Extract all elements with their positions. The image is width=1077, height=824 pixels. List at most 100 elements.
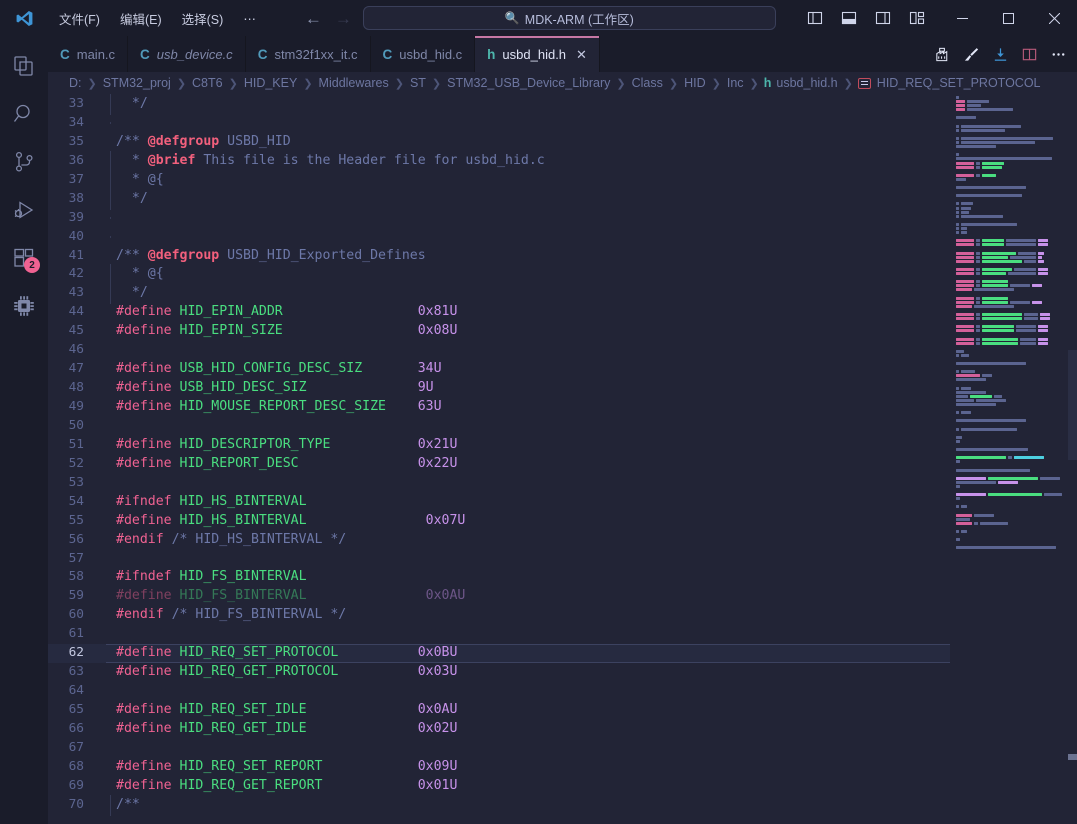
code-line[interactable]: 42 * @{ — [48, 264, 950, 286]
menu-more[interactable]: ⋯ — [234, 8, 265, 29]
code-line[interactable]: 65 #define HID_REQ_SET_IDLE 0x0AU — [48, 701, 950, 720]
code-line[interactable]: 70 /** — [48, 794, 950, 816]
navigate-forward-icon[interactable]: → — [335, 10, 352, 27]
code-line[interactable]: 52 #define HID_REPORT_DESC 0x22U — [48, 455, 950, 474]
layout-controls — [801, 5, 931, 31]
code-line[interactable]: 57 — [48, 550, 950, 569]
minimap-segment — [956, 505, 959, 509]
split-editor-icon[interactable] — [1016, 40, 1042, 68]
toggle-panel-icon[interactable] — [835, 5, 863, 31]
menu-selection[interactable]: 选择(S) — [173, 6, 233, 31]
code-line[interactable]: 45 #define HID_EPIN_SIZE 0x08U — [48, 322, 950, 341]
code-line[interactable]: 54 #ifndef HID_HS_BINTERVAL — [48, 493, 950, 512]
download-icon[interactable] — [987, 40, 1013, 68]
code-line[interactable]: 51 #define HID_DESCRIPTOR_TYPE 0x21U — [48, 436, 950, 455]
code-line[interactable]: 39 — [48, 209, 950, 228]
breadcrumb-item-class[interactable]: Class — [631, 76, 664, 90]
code-line[interactable]: 49 #define HID_MOUSE_REPORT_DESC_SIZE 63U — [48, 398, 950, 417]
line-content: #ifndef HID_HS_BINTERVAL — [106, 493, 950, 512]
minimap-segment — [976, 325, 980, 329]
code-line[interactable]: 68 #define HID_REQ_SET_REPORT 0x09U — [48, 758, 950, 777]
code-line[interactable]: 37 * @{ — [48, 169, 950, 191]
code-line[interactable]: 44 #define HID_EPIN_ADDR 0x81U — [48, 303, 950, 322]
more-actions-icon[interactable] — [1045, 40, 1071, 68]
code-line[interactable]: 55 #define HID_HS_BINTERVAL 0x07U — [48, 512, 950, 531]
breadcrumb-item-stm32-proj[interactable]: STM32_proj — [102, 76, 172, 90]
close-icon[interactable]: ✕ — [576, 48, 587, 61]
code-token: @brief — [147, 152, 196, 168]
toggle-primary-sidebar-icon[interactable] — [801, 5, 829, 31]
menu-file[interactable]: 文件(F) — [50, 6, 109, 31]
code-scroll-region[interactable]: 33 */34 35/** @defgroup USBD_HID 36 * @bri… — [48, 94, 950, 824]
code-line[interactable]: 60 #endif /* HID_FS_BINTERVAL */ — [48, 606, 950, 625]
breadcrumb-item-drive[interactable]: D: — [68, 76, 83, 90]
code-line[interactable]: 38 */ — [48, 188, 950, 210]
code-line[interactable]: 66 #define HID_REQ_GET_IDLE 0x02U — [48, 720, 950, 739]
window-minimize-button[interactable] — [939, 0, 985, 36]
minimap-segment — [961, 202, 973, 206]
breadcrumb-item-symbol[interactable]: HID_REQ_SET_PROTOCOL — [876, 76, 1042, 90]
code-line[interactable]: 61 — [48, 625, 950, 644]
code-line[interactable]: 40 — [48, 228, 950, 247]
breadcrumb-item-inc[interactable]: Inc — [726, 76, 745, 90]
minimap[interactable] — [950, 94, 1077, 824]
code-line[interactable]: 67 — [48, 739, 950, 758]
code-line[interactable]: 33 */ — [48, 94, 950, 115]
code-line[interactable]: 36 * @brief This file is the Header file… — [48, 150, 950, 172]
editor-tab-main-c[interactable]: C main.c ✕ — [48, 36, 129, 72]
code-line[interactable]: 46 — [48, 341, 950, 360]
activity-item-embedded-tools[interactable] — [0, 282, 48, 330]
activity-item-search[interactable] — [0, 90, 48, 138]
code-line[interactable]: 53 — [48, 474, 950, 493]
code-line[interactable]: 41 /** @defgroup USBD_HID_Exported_Define… — [48, 247, 950, 266]
command-center-search[interactable]: 🔍 MDK-ARM (工作区) — [362, 6, 776, 30]
code-line[interactable]: 58 #ifndef HID_FS_BINTERVAL — [48, 568, 950, 587]
editor-tab-usbd-hid-h[interactable]: h usbd_hid.h ✕ — [475, 36, 600, 72]
code-line[interactable]: 62 #define HID_REQ_SET_PROTOCOL 0x0BU — [48, 644, 950, 664]
customize-layout-icon[interactable] — [903, 5, 931, 31]
code-line[interactable]: 50 — [48, 417, 950, 436]
code-line[interactable]: 63 #define HID_REQ_GET_PROTOCOL 0x03U — [48, 663, 950, 682]
build-icon[interactable] — [929, 40, 955, 68]
breadcrumb-item-hid[interactable]: HID — [683, 76, 707, 90]
code-line[interactable]: 69 #define HID_REQ_GET_REPORT 0x01U — [48, 777, 950, 796]
activity-item-extensions[interactable]: 2 — [0, 234, 48, 282]
minimap-segment — [1014, 267, 1036, 271]
breadcrumb-item-middlewares[interactable]: Middlewares — [318, 76, 390, 90]
minimap-segment — [976, 284, 980, 288]
vscode-logo-icon — [0, 9, 48, 28]
window-close-button[interactable] — [1031, 0, 1077, 36]
code-line[interactable]: 48 #define USB_HID_DESC_SIZ 9U — [48, 379, 950, 398]
editor-tab-stm32f1xx-it-c[interactable]: C stm32f1xx_it.c ✕ — [245, 36, 371, 72]
code-line[interactable]: 34 — [48, 114, 950, 133]
toggle-secondary-sidebar-icon[interactable] — [869, 5, 897, 31]
menu-edit[interactable]: 编辑(E) — [111, 6, 171, 31]
minimap-segment — [961, 206, 971, 210]
activity-item-source-control[interactable] — [0, 138, 48, 186]
editor-tab-usb-device-c[interactable]: C usb_device.c ✕ — [128, 36, 246, 72]
breadcrumb-item-c8t6[interactable]: C8T6 — [191, 76, 224, 90]
activity-item-explorer[interactable] — [0, 42, 48, 90]
code-line[interactable]: 47 #define USB_HID_CONFIG_DESC_SIZ 34U — [48, 360, 950, 379]
navigate-back-icon[interactable]: ← — [305, 10, 322, 27]
window-maximize-button[interactable] — [985, 0, 1031, 36]
code-line[interactable]: 59 #define HID_FS_BINTERVAL 0x0AU — [48, 587, 950, 606]
code-editor[interactable]: 33 */34 35/** @defgroup USBD_HID 36 * @bri… — [48, 94, 1077, 824]
activity-item-run-and-debug[interactable] — [0, 186, 48, 234]
code-line[interactable]: 35 /** @defgroup USBD_HID — [48, 133, 950, 152]
breadcrumb-item-usb-device-library[interactable]: STM32_USB_Device_Library — [446, 76, 611, 90]
minimap-slider[interactable] — [1068, 350, 1077, 460]
clean-icon[interactable] — [958, 40, 984, 68]
code-line[interactable]: 64 — [48, 682, 950, 701]
breadcrumb-item-st[interactable]: ST — [409, 76, 427, 90]
breadcrumb-item-hid-key[interactable]: HID_KEY — [243, 76, 299, 90]
code-line[interactable]: 56 #endif /* HID_HS_BINTERVAL */ — [48, 531, 950, 550]
code-line[interactable]: 43 */ — [48, 283, 950, 305]
minimap-segment — [961, 227, 967, 230]
editor-tab-usbd-hid-c[interactable]: C usbd_hid.c ✕ — [370, 36, 476, 72]
breadcrumb-item-file[interactable]: usbd_hid.h — [775, 76, 838, 90]
minimap-line — [956, 243, 1069, 247]
